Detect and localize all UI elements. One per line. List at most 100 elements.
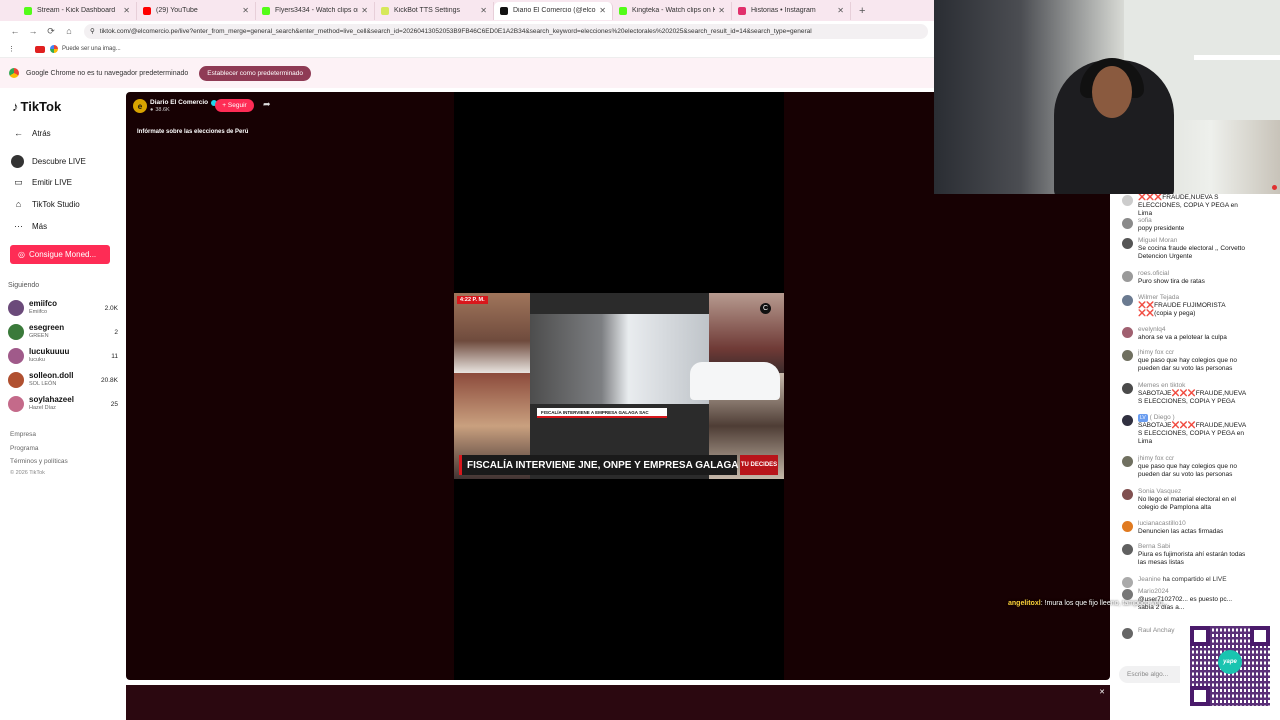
chat-text: ❌❌FRAUDE FUJIMORISTA ❌❌(copia y pega) bbox=[1138, 302, 1226, 317]
election-notice[interactable]: Infórmate sobre las elecciones de Perú bbox=[137, 129, 248, 135]
browser-tab[interactable]: (29) YouTube ✕ bbox=[137, 1, 256, 20]
chat-username[interactable]: Wilmer Tejada bbox=[1138, 294, 1179, 301]
browser-tab[interactable]: KickBot TTS Settings ✕ bbox=[375, 1, 494, 20]
host-name[interactable]: Diario El Comercio bbox=[150, 99, 218, 106]
set-default-button[interactable]: Establecer como predeterminado bbox=[199, 65, 312, 81]
avatar[interactable] bbox=[1122, 271, 1133, 282]
avatar[interactable] bbox=[1122, 489, 1133, 500]
chat-message: Miguel Moran Se cocina fraude electoral ,… bbox=[1122, 237, 1247, 261]
avatar[interactable] bbox=[1122, 415, 1133, 426]
avatar[interactable] bbox=[1122, 521, 1133, 532]
tiktok-logo[interactable]: ♪ TikTok bbox=[12, 99, 61, 114]
back-arrow-icon[interactable]: ← bbox=[6, 26, 24, 36]
tab-favicon-icon bbox=[738, 6, 746, 15]
browser-tab[interactable]: Stream - Kick Dashboard ✕ bbox=[18, 1, 137, 20]
tab-title: Diario El Comercio (@elcom bbox=[513, 7, 597, 14]
url-field[interactable]: ⚲ tiktok.com/@elcomercio.pe/live?enter_f… bbox=[84, 23, 928, 39]
chat-username[interactable]: Raul Anchay bbox=[1138, 627, 1175, 634]
following-item[interactable]: solleon.doll SOL LEÓN 20.8K bbox=[8, 370, 118, 390]
get-coins-button[interactable]: ◎ Consigue Moned... bbox=[10, 245, 110, 264]
browser-tab[interactable]: Diario El Comercio (@elcom ✕ bbox=[494, 1, 613, 20]
avatar[interactable] bbox=[1122, 383, 1133, 394]
bookmark-item[interactable]: Puede ser una imag... bbox=[62, 46, 121, 52]
streamer-face bbox=[1092, 66, 1132, 118]
close-icon[interactable]: ✕ bbox=[1099, 688, 1105, 696]
sidebar-item-discover-live[interactable]: Descubre LIVE bbox=[11, 155, 86, 168]
avatar[interactable] bbox=[1122, 456, 1133, 467]
chat-username-line: Wilmer Tejada bbox=[1138, 294, 1247, 302]
tab-close-icon[interactable]: ✕ bbox=[480, 6, 487, 15]
chat-username[interactable]: ( Diego ) bbox=[1150, 414, 1175, 421]
following-item[interactable]: soylahazeel Hazel Díaz 25 bbox=[8, 394, 118, 414]
avatar[interactable] bbox=[1122, 350, 1133, 361]
following-item[interactable]: emiifco Emiifco 2.0K bbox=[8, 298, 118, 318]
reload-icon[interactable]: ⟳ bbox=[42, 26, 60, 37]
footer-link[interactable]: Empresa bbox=[10, 431, 36, 438]
tab-close-icon[interactable]: ✕ bbox=[718, 6, 725, 15]
chat-message: roes.oficial Puro show tira de ratas bbox=[1122, 270, 1247, 286]
avatar[interactable] bbox=[1122, 238, 1133, 249]
browser-tab[interactable]: Historias • Instagram ✕ bbox=[732, 1, 851, 20]
avatar[interactable] bbox=[1122, 195, 1133, 206]
alert-user: angelitoxl bbox=[1008, 600, 1041, 607]
sidebar-item-go-live[interactable]: ▭ Emitir LIVE bbox=[11, 177, 72, 188]
avatar[interactable] bbox=[1122, 589, 1133, 600]
chat-username[interactable]: Miguel Moran bbox=[1138, 237, 1177, 244]
forward-arrow-icon[interactable]: → bbox=[24, 26, 42, 36]
site-info-icon[interactable]: ⚲ bbox=[90, 27, 95, 35]
chat-username[interactable]: Memes en tiktok bbox=[1138, 382, 1185, 389]
tab-close-icon[interactable]: ✕ bbox=[599, 6, 606, 15]
following-item[interactable]: lucukuuuu lucuku 11 bbox=[8, 346, 118, 366]
chat-text: SABOTAJE❌❌❌FRAUDE,NUEVA S ELECCIONES, CO… bbox=[1138, 422, 1246, 445]
chat-username[interactable]: evelynlq4 bbox=[1138, 326, 1165, 333]
tiktok-note-icon: ♪ bbox=[12, 99, 19, 114]
chat-username[interactable]: jhimy fox ccr bbox=[1138, 349, 1174, 356]
bottom-strip: ✕ bbox=[126, 685, 1110, 720]
chat-username[interactable]: sofia bbox=[1138, 217, 1152, 224]
subheadline: FISCALÍA INTERVIENE A EMPRESA GALAGA SAC bbox=[537, 408, 667, 418]
footer-link[interactable]: Programa bbox=[10, 445, 39, 452]
back-link[interactable]: ← Atrás bbox=[11, 128, 51, 138]
get-coins-label: Consigue Moned... bbox=[28, 250, 97, 259]
browser-tab[interactable]: Kingteka - Watch clips on Kick✕ bbox=[613, 1, 732, 20]
chat-username[interactable]: lucianacastillo10 bbox=[1138, 520, 1186, 527]
tab-close-icon[interactable]: ✕ bbox=[123, 6, 130, 15]
avatar[interactable] bbox=[1122, 295, 1133, 306]
follow-button[interactable]: + Seguir bbox=[215, 99, 254, 112]
chat-message: jhimy fox ccr que paso que hay colegios q… bbox=[1122, 349, 1247, 373]
tab-title: Flyers3434 - Watch clips on Kick bbox=[275, 7, 358, 14]
share-icon[interactable]: ➦ bbox=[263, 99, 271, 110]
sidebar-item-more[interactable]: ··· Más bbox=[11, 221, 47, 231]
chat-username[interactable]: Jeanine bbox=[1138, 576, 1161, 583]
chat-username-line: roes.oficial bbox=[1138, 270, 1247, 278]
browser-tab[interactable]: Flyers3434 - Watch clips on Kick✕ bbox=[256, 1, 375, 20]
chat-username[interactable]: jhimy fox ccr bbox=[1138, 455, 1174, 462]
following-name: emiifco bbox=[29, 299, 58, 309]
avatar[interactable] bbox=[1122, 577, 1133, 588]
new-tab-icon[interactable]: + bbox=[859, 5, 865, 17]
home-icon[interactable]: ⌂ bbox=[60, 26, 78, 36]
tab-close-icon[interactable]: ✕ bbox=[242, 6, 249, 15]
avatar[interactable] bbox=[1122, 327, 1133, 338]
chat-username-line: Mario2024 bbox=[1138, 588, 1247, 596]
car-shape bbox=[690, 362, 780, 400]
chat-username[interactable]: roes.oficial bbox=[1138, 270, 1169, 277]
youtube-icon[interactable] bbox=[35, 45, 45, 53]
sidebar-item-tiktok-studio[interactable]: ⌂ TikTok Studio bbox=[11, 199, 80, 209]
chat-username[interactable]: Sonia Vasquez bbox=[1138, 488, 1181, 495]
apps-grid-icon[interactable]: ⋮ bbox=[8, 45, 15, 53]
avatar[interactable] bbox=[1122, 544, 1133, 555]
chat-username[interactable]: Berna Sabi bbox=[1138, 543, 1170, 550]
chat-username-line: Sonia Vasquez bbox=[1138, 488, 1247, 496]
host-avatar[interactable]: e bbox=[133, 99, 147, 113]
avatar[interactable] bbox=[1122, 628, 1133, 639]
tab-close-icon[interactable]: ✕ bbox=[361, 6, 368, 15]
tab-close-icon[interactable]: ✕ bbox=[837, 6, 844, 15]
chat-username[interactable]: Mario2024 bbox=[1138, 588, 1169, 595]
following-item[interactable]: esegreen GREEN 2 bbox=[8, 322, 118, 342]
footer-link[interactable]: Términos y políticas bbox=[10, 458, 68, 465]
avatar[interactable] bbox=[1122, 218, 1133, 229]
chat-text: SABOTAJE❌❌❌FRAUDE,NUEVA S ELECCIONES, CO… bbox=[1138, 390, 1246, 405]
live-viewer-count: 2.0K bbox=[104, 304, 118, 312]
chat-text: SABOTAJE ❌❌❌FRAUDE,NUEVA S ELECCIONES, C… bbox=[1138, 194, 1238, 217]
